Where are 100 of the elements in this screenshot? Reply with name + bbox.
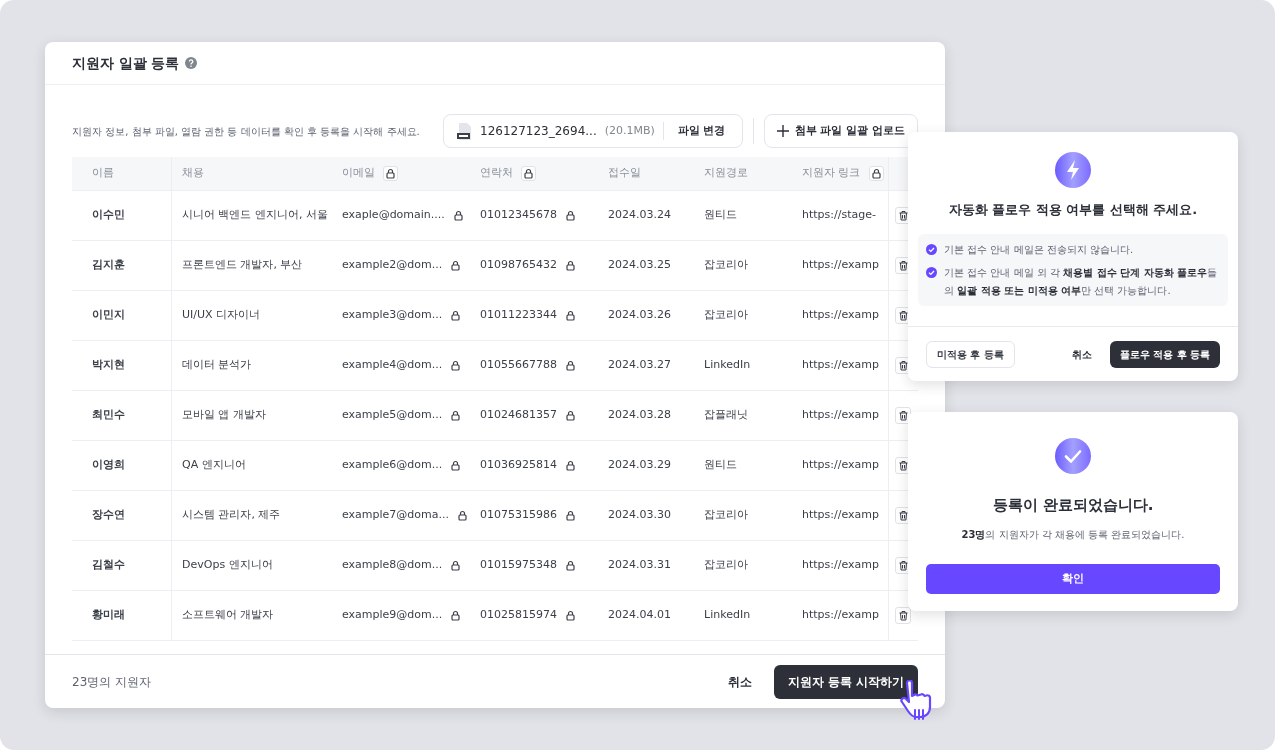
trash-icon	[897, 360, 909, 371]
delete-button[interactable]	[895, 407, 911, 424]
table-cell: UI/UX 디자이너	[182, 307, 261, 324]
table-cell: https://examp	[802, 357, 879, 374]
upload-button[interactable]: 첨부 파일 일괄 업로드	[763, 114, 918, 148]
column-header: 이름	[92, 165, 114, 182]
column-header: 지원경로	[704, 165, 748, 182]
table-cell: 원티드	[704, 207, 737, 224]
table-cell: 2024.03.30	[608, 507, 671, 524]
check-icon	[926, 243, 937, 255]
table-cell: 잡코리아	[704, 307, 748, 324]
modal-title: 등록이 완료되었습니다.	[992, 495, 1154, 516]
cancel-button[interactable]: 취소	[1061, 340, 1102, 368]
modal-title: 자동화 플로우 적용 여부를 선택해 주세요.	[948, 201, 1198, 219]
table-cell: example7@doma...	[342, 507, 449, 524]
table-cell: 2024.03.25	[608, 257, 671, 274]
trash-icon	[897, 610, 909, 621]
completion-message: 23명의 지원자가 각 채용에 등록 완료되었습니다.	[961, 527, 1185, 542]
applicant-name: 장수연	[92, 507, 125, 524]
table-cell: 01036925814	[480, 457, 557, 474]
table-cell: LinkedIn	[704, 357, 751, 374]
trash-icon	[897, 210, 909, 221]
register-without-flow-button[interactable]: 미적용 후 등록	[926, 340, 1015, 368]
table-cell: 2024.03.28	[608, 407, 671, 424]
table-cell: 프론트엔드 개발자, 부산	[182, 257, 303, 274]
check-icon	[1055, 438, 1091, 474]
applicant-name: 박지현	[92, 357, 125, 374]
table-cell: QA 엔지니어	[182, 457, 246, 474]
table-cell: 01024681357	[480, 407, 557, 424]
cancel-button[interactable]: 취소	[717, 666, 762, 697]
zip-file-icon	[456, 122, 472, 140]
table-cell: 01025815974	[480, 607, 557, 624]
column-header: 지원자 링크	[802, 165, 861, 182]
applicant-name: 황미래	[92, 607, 125, 624]
table-cell: 2024.03.29	[608, 457, 671, 474]
table-cell: 잡플래닛	[704, 407, 748, 424]
column-header: 접수일	[608, 165, 641, 182]
plus-icon	[776, 125, 789, 137]
check-icon	[926, 267, 937, 278]
file-name: 126127123_2694...	[480, 123, 597, 140]
trash-icon	[897, 260, 909, 271]
table-cell: example9@dom...	[342, 607, 443, 624]
table-cell: example6@dom...	[342, 457, 443, 474]
applicant-name: 이수민	[92, 207, 125, 224]
trash-icon	[897, 510, 909, 521]
table-cell: 01075315986	[480, 507, 557, 524]
applicant-name: 이민지	[92, 307, 125, 324]
note-text: 기본 접수 안내 메일 외 각 채용별 접수 단계 자동화 플로우들의 일괄 적용 또는 미적용 여부만 선택 가능합니다.	[944, 266, 1218, 298]
table-cell: https://stage-	[802, 207, 876, 224]
change-file-button[interactable]: 파일 변경	[662, 122, 730, 140]
table-cell: example4@dom...	[342, 357, 443, 374]
table-cell: https://examp	[802, 257, 879, 274]
table-cell: 01015975348	[480, 557, 557, 574]
applicant-count: 23명의 지원자	[72, 673, 153, 691]
table-cell: https://examp	[802, 457, 879, 474]
description-text: 지원자 정보, 첨부 파일, 열람 권한 등 데이터를 확인 후 등록을 시작해 주세요.	[72, 124, 420, 139]
column-header: 이메일	[342, 165, 375, 182]
trash-icon	[897, 460, 909, 471]
applicant-name: 이영희	[92, 457, 125, 474]
table-cell: 2024.04.01	[608, 607, 671, 624]
trash-icon	[897, 560, 909, 571]
table-cell: 01012345678	[480, 207, 557, 224]
table-cell: example2@dom...	[342, 257, 443, 274]
trash-icon	[897, 410, 909, 421]
table-cell: https://examp	[802, 307, 879, 324]
table-cell: https://examp	[802, 607, 879, 624]
table-cell: 01055667788	[480, 357, 557, 374]
table-cell: 잡코리아	[704, 557, 748, 574]
table-cell: 시니어 백엔드 엔지니어, 서울	[182, 207, 328, 224]
delete-button[interactable]	[895, 607, 911, 624]
help-icon	[185, 57, 198, 69]
dialog-title: 지원자 일괄 등록	[72, 53, 180, 73]
table-cell: 데이터 분석가	[182, 357, 252, 374]
applicant-name: 김철수	[92, 557, 125, 574]
apply-flow-button[interactable]: 플로우 적용 후 등록	[1109, 340, 1220, 368]
file-size: (20.1MB)	[604, 122, 655, 139]
applicant-name: 최민수	[92, 407, 125, 424]
table-cell: LinkedIn	[704, 607, 751, 624]
table-cell: 2024.03.31	[608, 557, 671, 574]
table-cell: 잡코리아	[704, 257, 748, 274]
table-cell: https://examp	[802, 407, 879, 424]
table-cell: 2024.03.26	[608, 307, 671, 324]
table-cell: exaple@domain....	[342, 207, 445, 224]
column-header: 채용	[182, 165, 204, 182]
table-cell: DevOps 엔지니어	[182, 557, 273, 574]
table-cell: 시스템 관리자, 제주	[182, 507, 281, 524]
table-cell: 2024.03.24	[608, 207, 671, 224]
table-cell: 01011223344	[480, 307, 557, 324]
lightning-icon	[1055, 152, 1091, 188]
applicant-name: 김지훈	[92, 257, 125, 274]
start-registration-button[interactable]: 지원자 등록 시작하기	[773, 664, 918, 699]
table-cell: 01098765432	[480, 257, 557, 274]
table-cell: example3@dom...	[342, 307, 443, 324]
table-cell: example5@dom...	[342, 407, 443, 424]
table-cell: https://examp	[802, 507, 879, 524]
table-cell: https://examp	[802, 557, 879, 574]
table-cell: 소프트웨어 개발자	[182, 607, 274, 624]
column-header: 연락처	[480, 165, 513, 182]
table-cell: 모바일 앱 개발자	[182, 407, 266, 424]
confirm-button[interactable]: 확인	[926, 564, 1220, 594]
